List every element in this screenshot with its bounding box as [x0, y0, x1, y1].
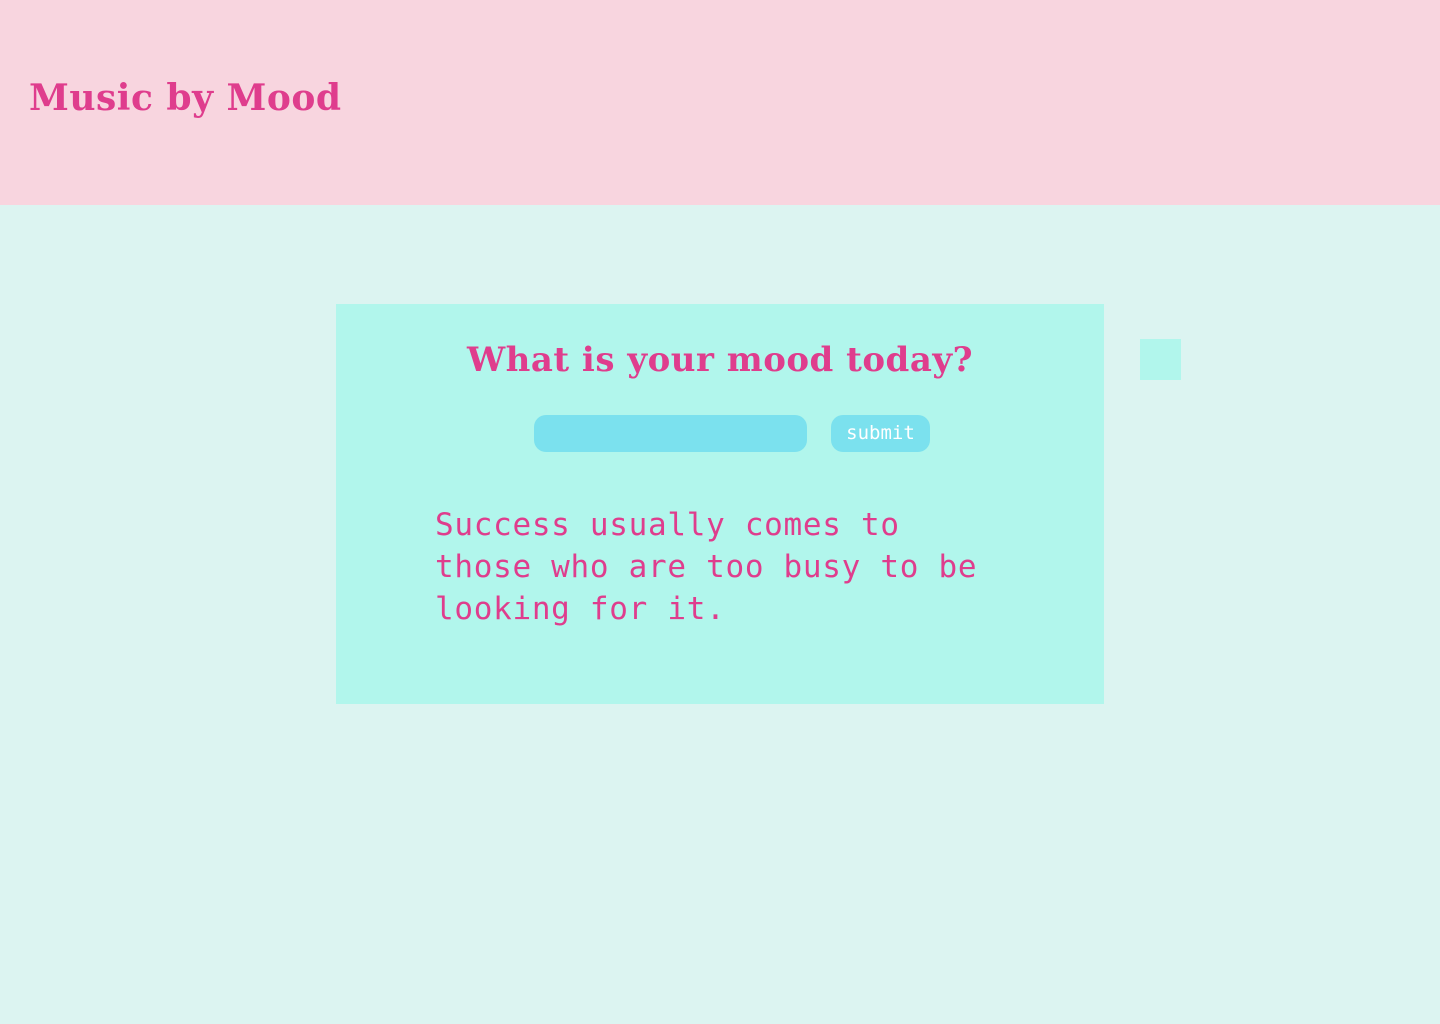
mood-quote: Success usually comes to those who are t… [435, 507, 978, 627]
mood-card: What is your mood today? submit Success … [336, 304, 1104, 704]
site-title: Music by Mood [29, 77, 342, 119]
mood-question-heading: What is your mood today? [466, 340, 974, 380]
mood-input[interactable] [534, 415, 807, 452]
submit-button[interactable]: submit [831, 415, 930, 452]
side-square [1140, 339, 1181, 380]
site-header: Music by Mood [0, 0, 1440, 205]
